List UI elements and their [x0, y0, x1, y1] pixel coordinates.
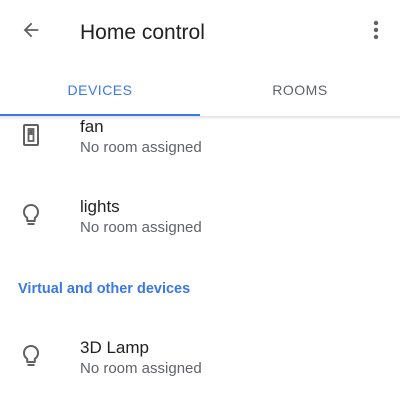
device-row-lights[interactable]: lights No room assigned: [0, 194, 400, 252]
tab-bar-shadow: [0, 116, 400, 120]
device-room: No room assigned: [80, 360, 202, 377]
back-button[interactable]: [14, 15, 48, 49]
device-row-fan[interactable]: fan No room assigned: [0, 114, 400, 172]
arrow-back-icon: [20, 19, 42, 46]
more-vert-icon: [373, 20, 379, 45]
device-room: No room assigned: [80, 219, 202, 236]
device-name: 3D Lamp: [80, 338, 149, 357]
app-bar: Home control: [0, 0, 400, 66]
page-title: Home control: [80, 21, 205, 44]
tab-rooms[interactable]: ROOMS: [200, 66, 400, 114]
tab-bar: DEVICES ROOMS: [0, 66, 400, 116]
switch-icon: [19, 123, 43, 147]
more-options-button[interactable]: [360, 15, 392, 49]
virtual-devices-section-header: Virtual and other devices: [18, 281, 191, 297]
lightbulb-icon: [19, 203, 43, 227]
device-row-3d-lamp[interactable]: 3D Lamp No room assigned: [0, 336, 400, 394]
device-room: No room assigned: [80, 139, 202, 156]
device-name: lights: [80, 197, 120, 216]
device-name: fan: [80, 117, 104, 136]
lightbulb-icon: [19, 344, 43, 368]
tab-devices[interactable]: DEVICES: [0, 66, 200, 114]
